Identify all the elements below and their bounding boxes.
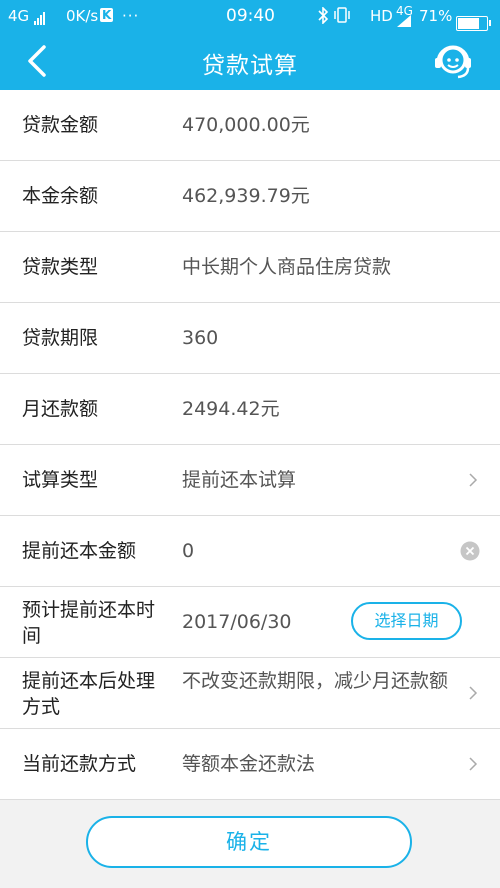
repayment-method-value: 等额本金还款法 [182, 753, 316, 775]
select-date-button[interactable]: 选择日期 [351, 602, 462, 640]
post-prepayment-method-value: 不改变还款期限，减少月还款额 [182, 670, 449, 692]
loan-type-label: 贷款类型 [22, 256, 99, 278]
confirm-button[interactable]: 确定 [86, 816, 412, 868]
status-left: 4G [8, 7, 46, 25]
loan-term-value: 360 [182, 327, 219, 349]
row-repayment-method[interactable]: 当前还款方式 等额本金还款法 [0, 729, 500, 800]
principal-balance-label: 本金余额 [22, 185, 99, 207]
page-title: 贷款试算 [202, 53, 298, 79]
status-time: 09:40 [226, 6, 275, 26]
signal-icon [396, 14, 412, 32]
customer-service-button[interactable] [430, 41, 476, 83]
prepayment-date-value: 2017/06/30 [182, 611, 292, 633]
principal-balance-value: 462,939.79元 [182, 185, 310, 207]
repayment-method-label: 当前还款方式 [22, 753, 137, 775]
chevron-right-icon [469, 757, 478, 771]
calculation-type-label: 试算类型 [22, 469, 99, 491]
row-calculation-type[interactable]: 试算类型 提前还本试算 [0, 445, 500, 516]
row-principal-balance: 本金余额 462,939.79元 [0, 161, 500, 232]
loan-type-value: 中长期个人商品住房贷款 [182, 256, 392, 278]
row-loan-amount: 贷款金额 470,000.00元 [0, 90, 500, 161]
monthly-payment-value: 2494.42元 [182, 398, 280, 420]
row-post-prepayment-method[interactable]: 提前还本后处理方式 不改变还款期限，减少月还款额 [0, 658, 500, 729]
loan-info-list: 贷款金额 470,000.00元 本金余额 462,939.79元 贷款类型 中… [0, 90, 500, 800]
row-monthly-payment: 月还款额 2494.42元 [0, 374, 500, 445]
clear-input-icon[interactable] [460, 541, 480, 561]
prepayment-amount-label: 提前还本金额 [22, 540, 137, 562]
app-header: 4G 0K/s K ··· 09:40 HD 4G 71% 贷款试算 [0, 0, 500, 90]
k-app-icon: K [100, 8, 114, 22]
more-notifications-icon: ··· [122, 7, 140, 25]
row-prepayment-amount: 提前还本金额 0 [0, 516, 500, 587]
chevron-right-icon [469, 473, 478, 487]
nav-bar: 贷款试算 [0, 32, 500, 90]
network-type-left: 4G [8, 7, 30, 25]
loan-amount-label: 贷款金额 [22, 114, 99, 136]
chevron-right-icon [469, 686, 478, 700]
row-loan-type: 贷款类型 中长期个人商品住房贷款 [0, 232, 500, 303]
calculation-type-value: 提前还本试算 [182, 469, 297, 491]
bluetooth-icon [317, 6, 329, 28]
monthly-payment-label: 月还款额 [22, 398, 99, 420]
post-prepayment-method-label: 提前还本后处理方式 [22, 670, 156, 718]
prepayment-amount-input[interactable]: 0 [182, 516, 194, 586]
battery-percent: 71% [419, 7, 453, 25]
prepayment-date-label: 预计提前还本时间 [22, 599, 156, 647]
row-prepayment-date: 预计提前还本时间 2017/06/30 选择日期 [0, 587, 500, 658]
status-bar: 4G 0K/s K ··· 09:40 HD 4G 71% [0, 0, 500, 32]
customer-service-icon [435, 45, 471, 79]
loan-amount-value: 470,000.00元 [182, 114, 310, 136]
network-speed: 0K/s [66, 7, 99, 25]
loan-term-label: 贷款期限 [22, 327, 99, 349]
row-loan-term: 贷款期限 360 [0, 303, 500, 374]
signal-bars-icon [33, 7, 46, 25]
hd-label: HD [370, 7, 393, 25]
vibrate-icon [333, 7, 351, 27]
